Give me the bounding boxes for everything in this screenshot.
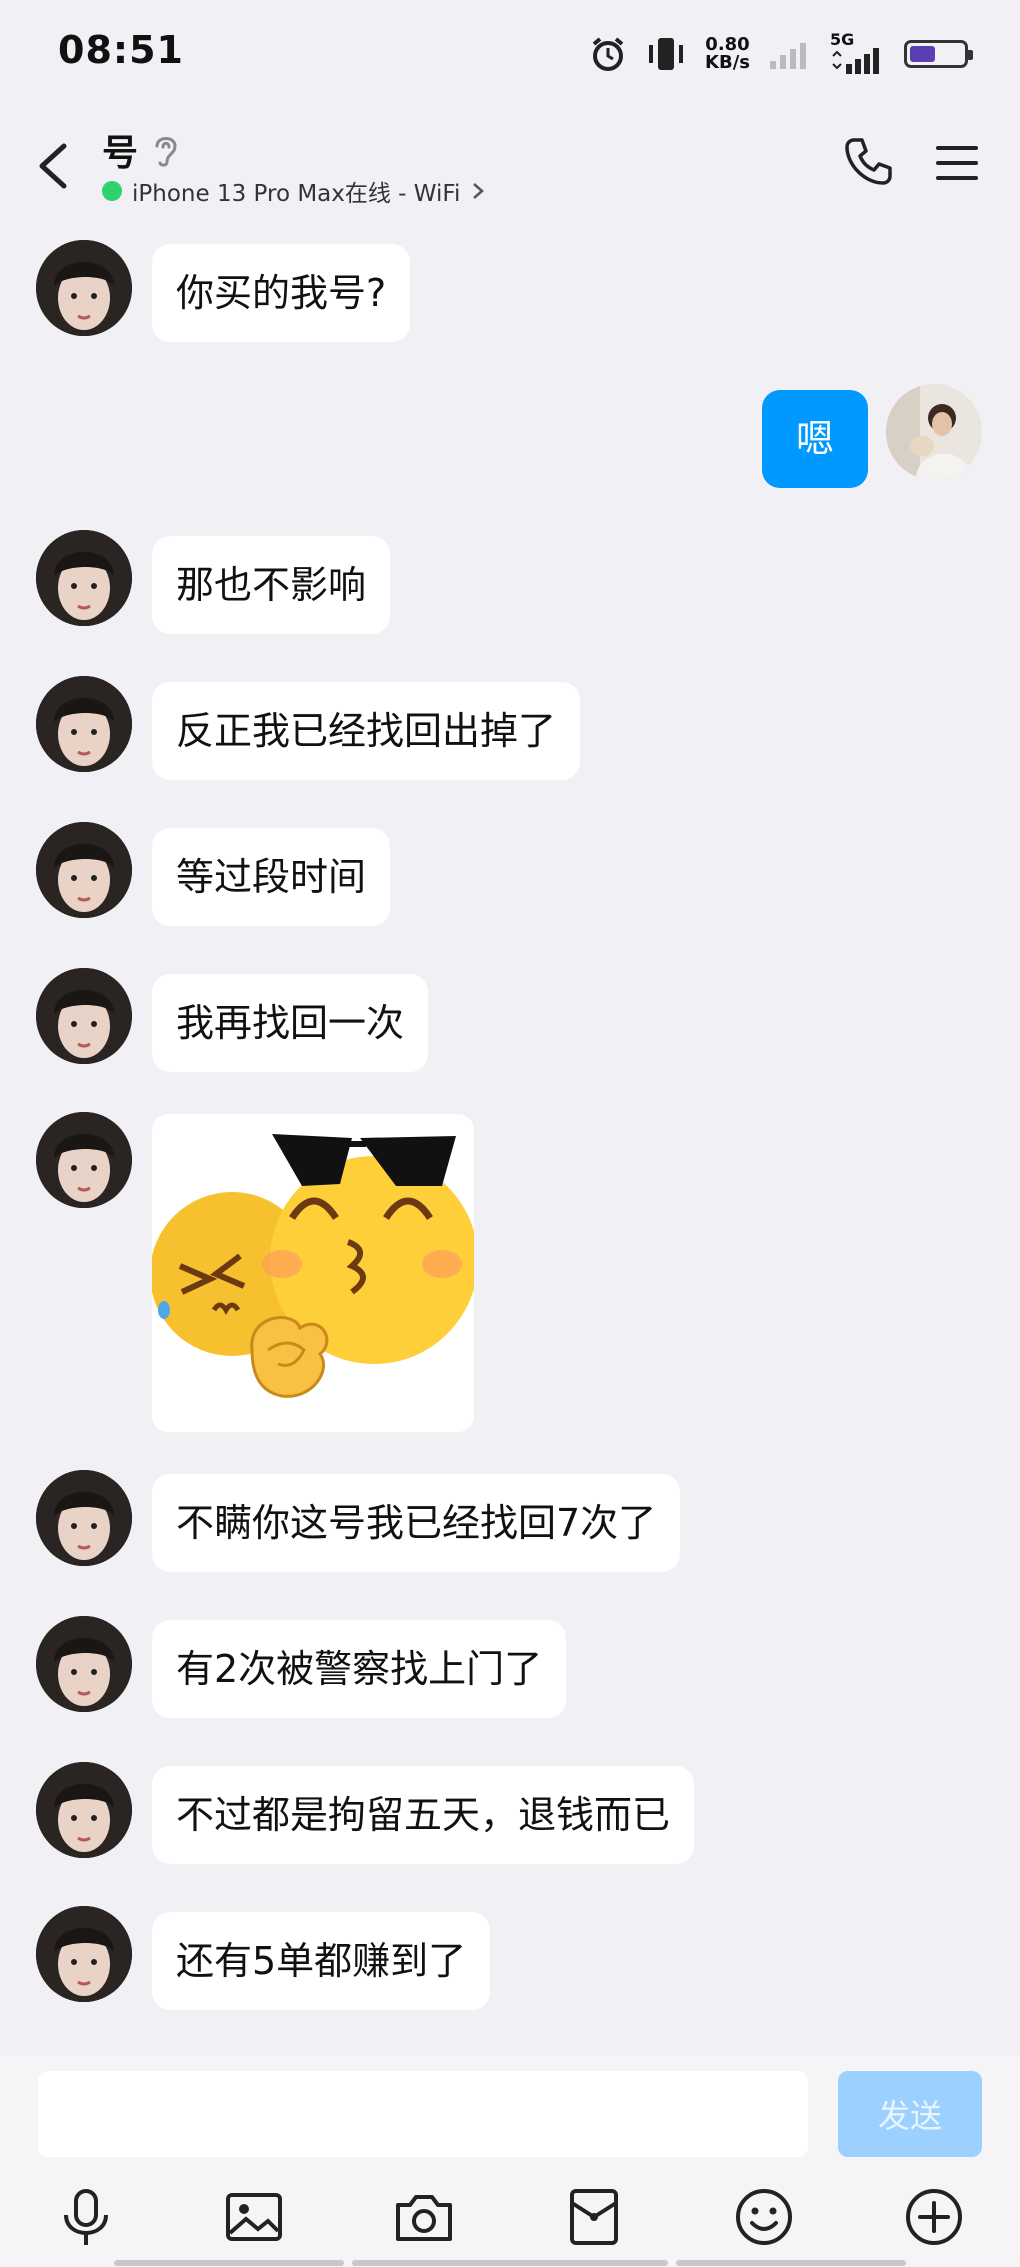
signal-5g: 5G — [830, 30, 886, 74]
send-button[interactable]: 发送 — [838, 2071, 982, 2157]
contact-avatar[interactable] — [36, 822, 132, 918]
self-avatar[interactable] — [886, 384, 982, 480]
battery-icon — [904, 40, 973, 68]
plus-icon[interactable] — [902, 2185, 966, 2249]
contact-avatar[interactable] — [36, 1762, 132, 1858]
scroll-indicator — [352, 2260, 668, 2266]
back-icon[interactable] — [30, 138, 80, 194]
battery-fill — [910, 46, 935, 62]
message-bubble[interactable]: 有2次被警察找上门了 — [152, 1620, 567, 1718]
status-bar: 08:51 0.80 KB/s 5G — [0, 0, 1020, 108]
message-bubble-self[interactable]: 嗯 — [762, 390, 868, 488]
alarm-icon — [592, 37, 624, 71]
kiss-emoji-sticker — [152, 1134, 474, 1398]
contact-avatar[interactable] — [36, 240, 132, 336]
contact-avatar[interactable] — [36, 1470, 132, 1566]
emoji-icon[interactable] — [732, 2185, 796, 2249]
contact-avatar[interactable] — [36, 530, 132, 626]
online-indicator — [102, 181, 122, 201]
sticker-message[interactable] — [152, 1114, 474, 1432]
camera-icon[interactable] — [392, 2185, 456, 2249]
contact-avatar[interactable] — [36, 1616, 132, 1712]
status-icons: 0.80 KB/s 5G — [589, 30, 973, 78]
status-time: 08:51 — [58, 28, 184, 72]
message-bubble[interactable]: 我再找回一次 — [152, 974, 429, 1072]
ear-icon — [155, 137, 177, 167]
message-bubble[interactable]: 反正我已经找回出掉了 — [152, 682, 581, 780]
menu-icon[interactable] — [934, 140, 980, 186]
microphone-icon[interactable] — [54, 2185, 118, 2249]
message-input[interactable] — [38, 2071, 808, 2157]
contact-name: 号 — [102, 133, 139, 174]
contact-status[interactable]: iPhone 13 Pro Max在线 - WiFi — [102, 174, 486, 208]
composer: 发送 — [0, 2055, 1020, 2267]
scroll-indicator — [676, 2260, 906, 2266]
net-speed: 0.80 KB/s — [705, 36, 750, 72]
chevron-right-icon — [473, 183, 485, 199]
contact-avatar[interactable] — [36, 1906, 132, 2002]
contact-avatar[interactable] — [36, 968, 132, 1064]
phone-icon[interactable] — [840, 134, 896, 190]
vibrate-icon — [649, 38, 684, 70]
red-packet-icon[interactable] — [562, 2185, 626, 2249]
message-bubble[interactable]: 不瞒你这号我已经找回7次了 — [152, 1474, 681, 1572]
message-bubble[interactable]: 不过都是拘留五天，退钱而已 — [152, 1766, 695, 1864]
scroll-indicator — [114, 2260, 344, 2266]
contact-avatar[interactable] — [36, 676, 132, 772]
signal-strong-icon — [832, 48, 879, 74]
contact-avatar[interactable] — [36, 1112, 132, 1208]
image-icon[interactable] — [222, 2185, 286, 2249]
net-speed-unit: KB/s — [705, 52, 750, 73]
message-bubble[interactable]: 等过段时间 — [152, 828, 391, 926]
signal-weak-icon — [770, 43, 806, 69]
message-bubble[interactable]: 还有5单都赚到了 — [152, 1912, 491, 2010]
message-bubble[interactable]: 那也不影响 — [152, 536, 391, 634]
contact-name-row[interactable]: 号 — [102, 124, 180, 176]
contact-status-text: iPhone 13 Pro Max在线 - WiFi — [132, 181, 461, 207]
chat-header: 号 iPhone 13 Pro Max在线 - WiFi — [0, 108, 1020, 220]
message-bubble[interactable]: 你买的我号? — [152, 244, 411, 342]
